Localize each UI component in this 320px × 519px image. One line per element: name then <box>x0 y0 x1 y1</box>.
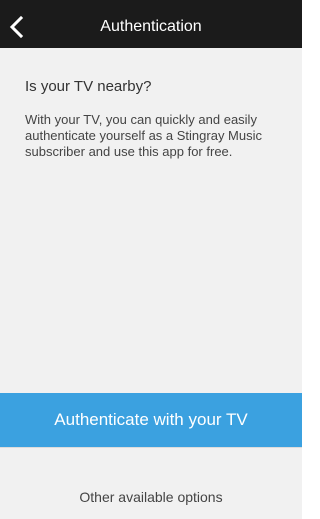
navigation-bar: Authentication <box>0 8 302 48</box>
back-button[interactable] <box>2 10 36 44</box>
authenticate-with-tv-button[interactable]: Authenticate with your TV <box>0 393 302 447</box>
status-bar <box>0 0 302 8</box>
page-title: Authentication <box>100 18 202 35</box>
other-options-button[interactable]: Other available options <box>0 447 302 519</box>
tv-auth-description: With your TV, you can quickly and easily… <box>25 112 263 159</box>
content-area <box>0 48 302 393</box>
tv-nearby-heading: Is your TV nearby? <box>25 78 152 95</box>
other-options-label: Other available options <box>79 489 223 505</box>
chevron-left-icon <box>9 15 24 39</box>
authentication-screen: Authentication Is your TV nearby? With y… <box>0 0 302 519</box>
